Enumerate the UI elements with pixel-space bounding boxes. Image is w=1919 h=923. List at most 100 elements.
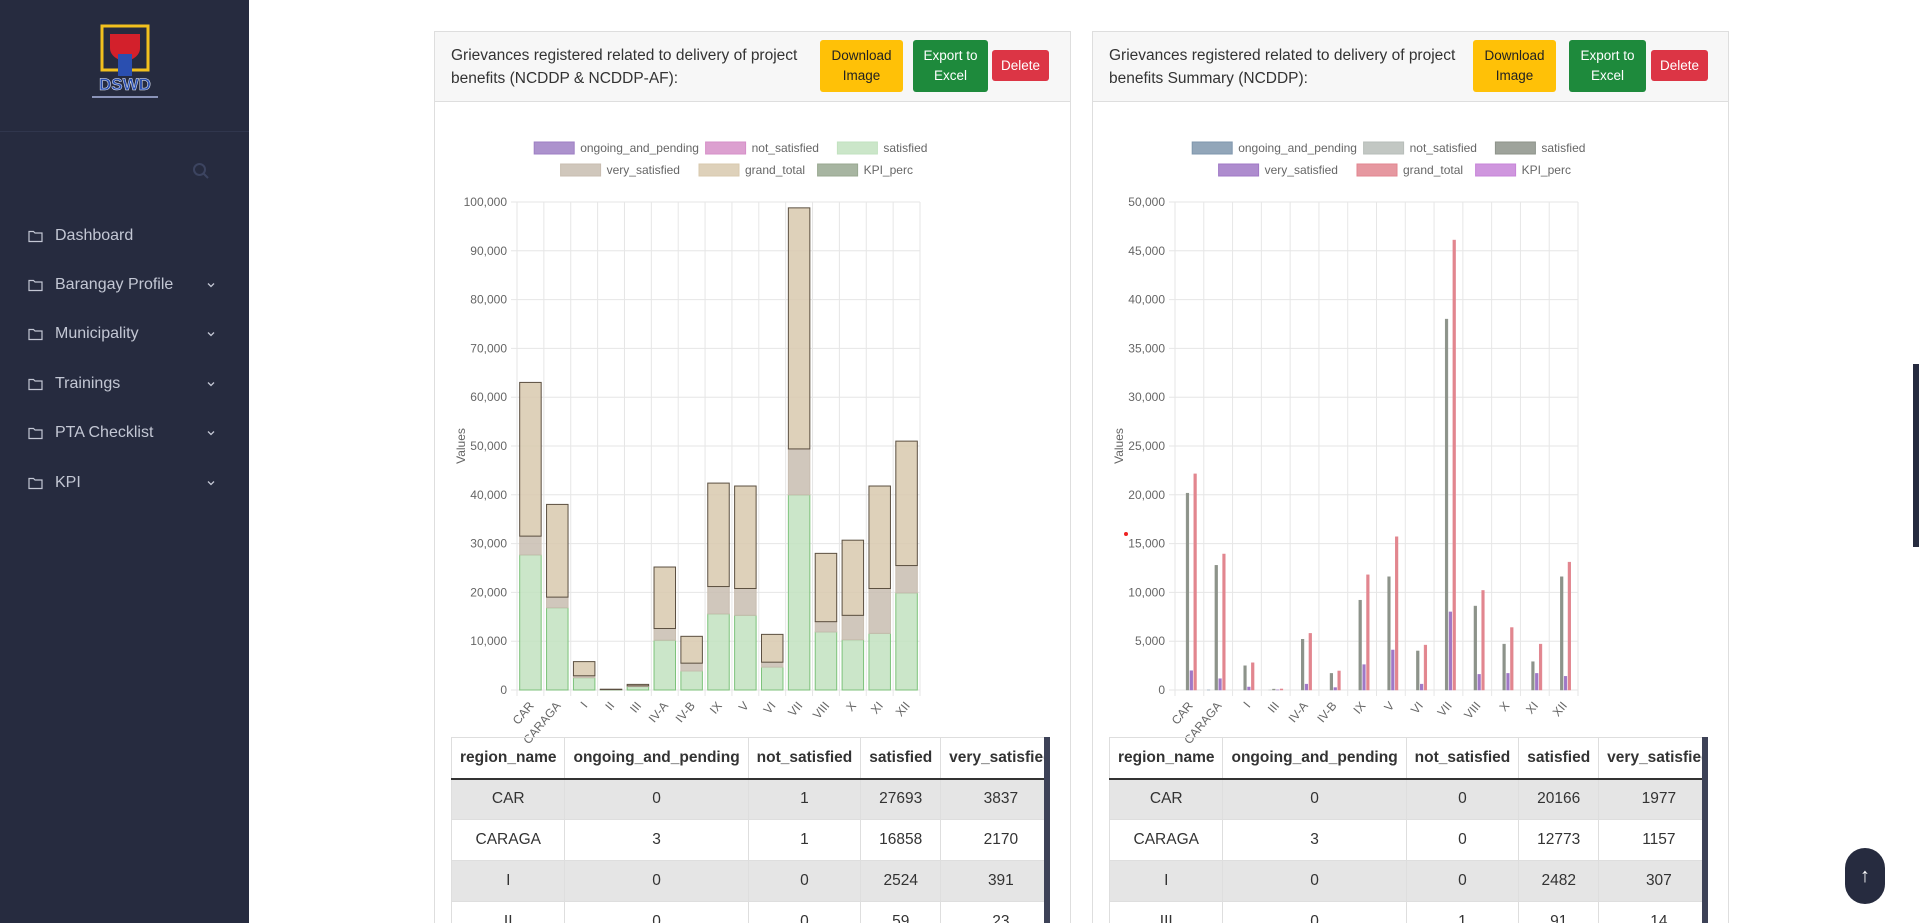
bar	[1477, 674, 1481, 691]
table-row: CARAGA 3 1 16858 2170	[451, 819, 1044, 861]
column-header[interactable]: satisfied	[1518, 737, 1600, 780]
table-cell: III	[1109, 901, 1224, 923]
bar	[1185, 492, 1190, 691]
table-cell: 1977	[1598, 778, 1702, 820]
folder-icon	[28, 230, 43, 242]
sidebar-item-barangay-profile[interactable]: Barangay Profile	[0, 260, 249, 309]
table-cell: 20166	[1518, 778, 1600, 820]
table-cell: 0	[564, 778, 749, 820]
legend-label: very_satisfied	[1265, 163, 1338, 177]
x-tick-label: VIII	[1461, 699, 1483, 722]
bar	[1329, 673, 1333, 691]
bar	[1560, 576, 1564, 691]
bar	[1218, 678, 1222, 691]
y-tick-label: 35,000	[1128, 341, 1165, 355]
folder-icon	[28, 428, 43, 440]
bar-segment	[626, 686, 650, 691]
table-cell: 12773	[1518, 819, 1600, 861]
sidebar-item-pta-checklist[interactable]: PTA Checklist	[0, 409, 249, 458]
table-cell: 0	[1222, 778, 1407, 820]
legend-label: very_satisfied	[607, 163, 680, 177]
card-header: Grievances registered related to deliver…	[1093, 32, 1728, 102]
column-header[interactable]: not_satisfied	[1405, 737, 1520, 780]
bar-segment	[895, 565, 918, 594]
bar-segment	[519, 554, 542, 691]
legend-label: KPI_perc	[864, 163, 913, 177]
column-header[interactable]: not_satisfied	[747, 737, 862, 780]
export-excel-button[interactable]: Export to Excel	[913, 40, 988, 92]
data-table: region_name ongoing_and_pending not_satisf…	[451, 737, 1044, 923]
chevron-down-icon	[207, 381, 215, 387]
y-axis-label: Values	[1112, 428, 1126, 464]
bar-segment	[787, 448, 811, 496]
bar-segment	[653, 639, 677, 691]
bar	[1473, 605, 1477, 691]
column-header[interactable]: satisfied	[860, 737, 942, 780]
sidebar: DSWD Dashboard Barangay Profile Municipali…	[0, 0, 249, 923]
search-input[interactable]	[26, 158, 196, 184]
sidebar-item-label: Trainings	[55, 374, 121, 392]
x-tick-label: II	[602, 699, 617, 713]
y-tick-label: 70,000	[470, 341, 507, 355]
column-header[interactable]: region_name	[1109, 737, 1224, 780]
x-tick-label: XII	[893, 699, 913, 719]
bar	[1423, 644, 1428, 691]
column-header[interactable]: region_name	[451, 737, 566, 780]
dswd-logo[interactable]: DSWD	[84, 24, 166, 106]
y-tick-label: 20,000	[470, 585, 507, 599]
bar-segment	[572, 661, 596, 677]
bar-segment	[787, 207, 811, 450]
delete-button[interactable]: Delete	[1651, 50, 1708, 81]
data-table-container[interactable]: region_name ongoing_and_pending not_satisf…	[451, 737, 1050, 923]
column-header[interactable]: very_satisfied	[940, 737, 1044, 780]
y-tick-label: 5,000	[1135, 634, 1165, 648]
bar	[1247, 686, 1251, 691]
column-header[interactable]: ongoing_and_pending	[564, 737, 749, 780]
bar-segment	[868, 632, 891, 691]
bar	[1358, 599, 1362, 691]
card-title: Grievances registered related to deliver…	[1109, 47, 1456, 87]
bar	[1362, 664, 1366, 691]
chevron-down-icon	[207, 283, 215, 288]
sidebar-item-label: Barangay Profile	[55, 276, 174, 294]
table-cell: 0	[1405, 819, 1520, 861]
data-table-container[interactable]: region_name ongoing_and_pending not_satisf…	[1109, 737, 1708, 923]
search-icon[interactable]	[192, 162, 210, 180]
bar-segment	[760, 661, 784, 668]
bar	[1189, 670, 1193, 691]
back-to-top-button[interactable]: ↑	[1845, 848, 1885, 904]
chart-container: ongoing_and_pending not_satisfied satisfie…	[1105, 115, 1717, 755]
x-tick-label: V	[1381, 699, 1397, 714]
sidebar-item-trainings[interactable]: Trainings	[0, 359, 249, 408]
bar-segment	[546, 503, 569, 598]
table-cell: 1	[747, 819, 862, 861]
legend-label: not_satisfied	[1410, 141, 1477, 155]
legend-swatch	[560, 163, 602, 177]
page-scrollbar-thumb[interactable]	[1913, 364, 1919, 547]
x-tick-label: I	[1240, 699, 1253, 711]
card-title: Grievances registered related to deliver…	[451, 47, 798, 87]
download-image-button[interactable]: Download Image	[820, 40, 903, 92]
table-cell: 0	[564, 860, 749, 902]
table-cell: 3837	[940, 778, 1044, 820]
x-tick-label: IV-B	[673, 699, 698, 725]
table-cell: 1	[1405, 901, 1520, 923]
table-cell: 0	[747, 860, 862, 902]
table-cell: II	[451, 901, 566, 923]
bar	[1222, 553, 1226, 691]
column-header[interactable]: ongoing_and_pending	[1222, 737, 1407, 780]
sidebar-item-dashboard[interactable]: Dashboard	[0, 211, 249, 260]
y-tick-label: 40,000	[1128, 293, 1165, 307]
table-cell: 2524	[860, 860, 942, 902]
bar	[1531, 661, 1535, 691]
y-axis-label: Values	[454, 428, 468, 464]
download-image-button[interactable]: Download Image	[1473, 40, 1556, 92]
legend-swatch	[817, 163, 859, 177]
y-tick-label: 0	[500, 683, 507, 697]
delete-button[interactable]: Delete	[992, 50, 1049, 81]
sidebar-item-municipality[interactable]: Municipality	[0, 310, 249, 359]
export-excel-button[interactable]: Export to Excel	[1569, 40, 1646, 92]
chevron-down-icon	[207, 480, 215, 486]
sidebar-item-kpi[interactable]: KPI	[0, 458, 249, 507]
column-header[interactable]: very_satisfied	[1598, 737, 1702, 780]
